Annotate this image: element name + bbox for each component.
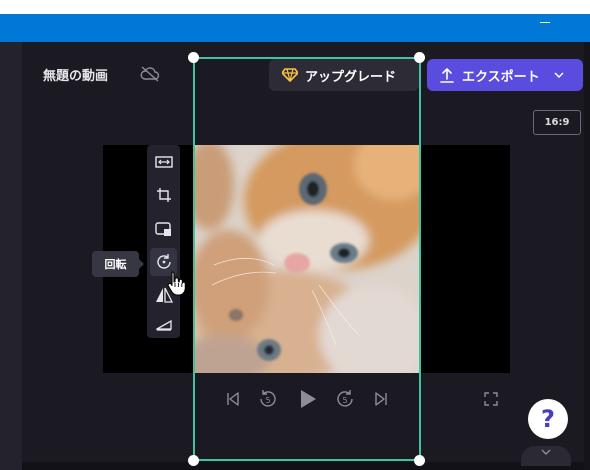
top-bar [0,0,590,14]
forward-seconds-label: 5 [342,396,347,405]
skip-to-start-button[interactable] [223,388,243,410]
rewind-5-icon: 5 [260,390,276,407]
chevron-down-icon [554,72,564,78]
fit-button[interactable] [150,148,177,176]
cloud-off-icon [140,66,160,82]
project-title[interactable]: 無題の動画 [43,65,108,84]
aspect-ratio-button[interactable]: 16:9 [533,110,581,135]
pip-button[interactable] [150,215,177,243]
right-sidebar [584,42,590,470]
crop-button[interactable] [150,181,177,209]
export-label: エクスポート [462,69,540,85]
rewind-5-button[interactable]: 5 [257,388,279,410]
skip-to-end-button[interactable] [371,388,391,410]
pip-icon [155,221,171,236]
upload-icon [440,68,454,83]
fullscreen-icon [484,392,498,406]
canvas-toolbar [147,145,180,338]
left-sidebar [0,42,22,470]
resize-handle-top-right[interactable] [414,52,425,63]
rewind-seconds-label: 5 [265,396,270,405]
rotate-icon [156,254,171,269]
resize-handle-bottom-left[interactable] [188,455,199,466]
window-titlebar [0,14,590,42]
skip-to-start-icon [227,392,239,406]
crop-icon [156,188,171,202]
chevron-down-icon [541,449,551,455]
play-button[interactable] [296,388,320,410]
skip-to-end-icon [375,392,387,406]
rotate-tooltip: 回転 [92,251,144,277]
help-button[interactable]: ? [528,399,568,439]
hand-cursor-icon [167,271,186,296]
timeline-toggle-button[interactable] [521,446,571,466]
fit-icon [154,156,173,168]
timeline-edge [22,462,584,470]
fullscreen-button[interactable] [481,388,501,410]
resize-handle-top-left[interactable] [188,52,199,63]
minimize-icon[interactable] [540,22,550,23]
resize-handle-bottom-right[interactable] [414,455,425,466]
help-label: ? [541,405,555,433]
play-icon [301,390,316,408]
forward-5-button[interactable]: 5 [334,388,356,410]
forward-5-icon: 5 [337,390,353,407]
fade-button[interactable] [150,311,177,339]
export-button[interactable]: エクスポート [427,59,583,91]
fade-icon [155,319,172,331]
app-window: 無題の動画 アップグレード エクスポート 16:9 回転 5 5 ? [0,0,590,470]
